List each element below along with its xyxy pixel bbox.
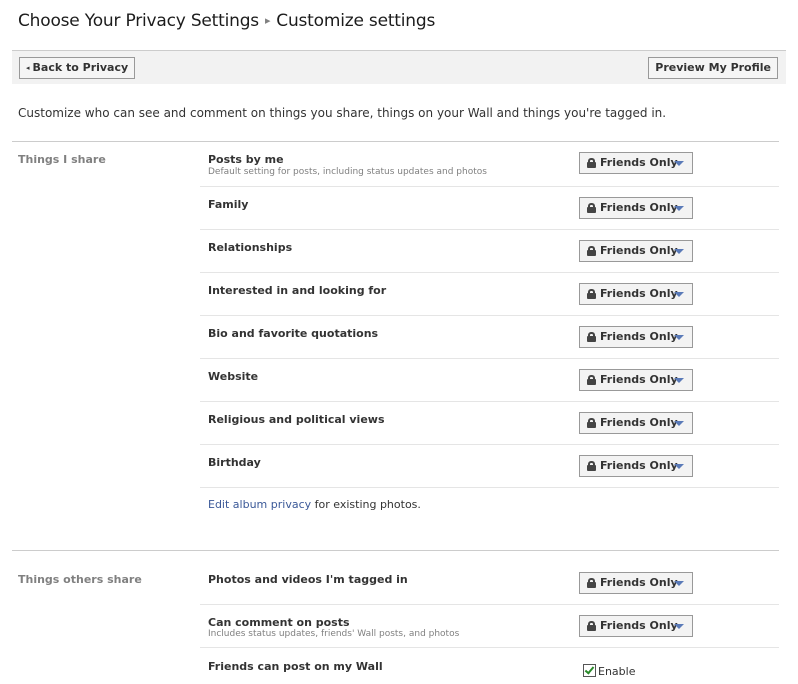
privacy-dropdown-website[interactable]: Friends Only <box>579 369 693 391</box>
lock-icon <box>587 246 596 256</box>
preview-my-profile-button[interactable]: Preview My Profile <box>648 57 778 79</box>
chevron-down-icon <box>674 421 684 426</box>
chevron-down-icon <box>674 378 684 383</box>
section-divider <box>12 141 779 142</box>
dropdown-value: Friends Only <box>600 576 678 589</box>
chevron-down-icon <box>674 581 684 586</box>
privacy-dropdown-posts-by-me[interactable]: Friends Only <box>579 152 693 174</box>
row-divider <box>200 647 779 648</box>
row-divider <box>200 401 779 402</box>
row-label-friends-post-wall: Friends can post on my Wall <box>208 660 383 673</box>
dropdown-value: Friends Only <box>600 373 678 386</box>
privacy-dropdown-can-comment[interactable]: Friends Only <box>579 615 693 637</box>
row-sub-posts-by-me: Default setting for posts, including sta… <box>208 167 487 177</box>
lock-icon <box>587 461 596 471</box>
dropdown-value: Friends Only <box>600 330 678 343</box>
privacy-dropdown-relationships[interactable]: Friends Only <box>579 240 693 262</box>
chevron-down-icon <box>674 464 684 469</box>
back-to-privacy-label: Back to Privacy <box>32 61 129 74</box>
row-label-photos-tagged: Photos and videos I'm tagged in <box>208 573 408 586</box>
dropdown-value: Friends Only <box>600 201 678 214</box>
dropdown-value: Friends Only <box>600 416 678 429</box>
breadcrumb-current: Customize settings <box>276 11 436 31</box>
row-divider <box>200 358 779 359</box>
enable-wall-posts-checkbox[interactable] <box>583 664 596 677</box>
toolbar: ◂ Back to Privacy Preview My Profile <box>12 50 786 84</box>
dropdown-value: Friends Only <box>600 156 678 169</box>
section-title-things-i-share: Things I share <box>18 153 106 166</box>
privacy-dropdown-photos-tagged[interactable]: Friends Only <box>579 572 693 594</box>
row-label-posts-by-me: Posts by me <box>208 153 284 166</box>
album-privacy-suffix: for existing photos. <box>311 498 421 511</box>
dropdown-value: Friends Only <box>600 619 678 632</box>
row-divider <box>200 444 779 445</box>
breadcrumb-separator-icon: ▸ <box>264 14 271 27</box>
row-divider <box>200 315 779 316</box>
checkmark-icon <box>584 664 595 675</box>
lock-icon <box>587 289 596 299</box>
row-divider <box>200 229 779 230</box>
row-label-family: Family <box>208 198 249 211</box>
chevron-down-icon <box>674 335 684 340</box>
section-divider <box>12 550 779 551</box>
row-label-religious-views: Religious and political views <box>208 413 385 426</box>
back-to-privacy-button[interactable]: ◂ Back to Privacy <box>19 57 136 79</box>
dropdown-value: Friends Only <box>600 244 678 257</box>
row-divider <box>200 272 779 273</box>
lock-icon <box>587 418 596 428</box>
row-label-relationships: Relationships <box>208 241 293 254</box>
back-arrow-icon: ◂ <box>26 64 30 72</box>
row-sub-can-comment: Includes status updates, friends' Wall p… <box>208 629 460 639</box>
row-label-website: Website <box>208 370 259 383</box>
album-privacy-note: Edit album privacy for existing photos. <box>208 498 421 511</box>
chevron-down-icon <box>674 206 684 211</box>
enable-wall-posts-label[interactable]: Enable <box>598 665 635 678</box>
privacy-dropdown-bio[interactable]: Friends Only <box>579 326 693 348</box>
privacy-dropdown-religious-views[interactable]: Friends Only <box>579 412 693 434</box>
chevron-down-icon <box>674 624 684 629</box>
chevron-down-icon <box>674 161 684 166</box>
row-label-birthday: Birthday <box>208 456 261 469</box>
row-divider <box>200 186 779 187</box>
breadcrumb: Choose Your Privacy Settings ▸ Customize s… <box>18 11 435 31</box>
intro-text: Customize who can see and comment on thi… <box>18 106 667 120</box>
lock-icon <box>587 578 596 588</box>
lock-icon <box>587 621 596 631</box>
chevron-down-icon <box>674 249 684 254</box>
lock-icon <box>587 203 596 213</box>
dropdown-value: Friends Only <box>600 287 678 300</box>
edit-album-privacy-link[interactable]: Edit album privacy <box>208 498 311 511</box>
row-divider <box>200 604 779 605</box>
chevron-down-icon <box>674 292 684 297</box>
breadcrumb-root[interactable]: Choose Your Privacy Settings <box>18 11 259 31</box>
row-label-interested-in: Interested in and looking for <box>208 284 387 297</box>
dropdown-value: Friends Only <box>600 459 678 472</box>
section-title-things-others-share: Things others share <box>18 573 142 586</box>
row-label-bio: Bio and favorite quotations <box>208 327 379 340</box>
row-label-can-comment: Can comment on posts <box>208 616 350 629</box>
lock-icon <box>587 375 596 385</box>
privacy-dropdown-family[interactable]: Friends Only <box>579 197 693 219</box>
lock-icon <box>587 158 596 168</box>
privacy-dropdown-birthday[interactable]: Friends Only <box>579 455 693 477</box>
privacy-dropdown-interested-in[interactable]: Friends Only <box>579 283 693 305</box>
lock-icon <box>587 332 596 342</box>
row-divider <box>200 487 779 488</box>
